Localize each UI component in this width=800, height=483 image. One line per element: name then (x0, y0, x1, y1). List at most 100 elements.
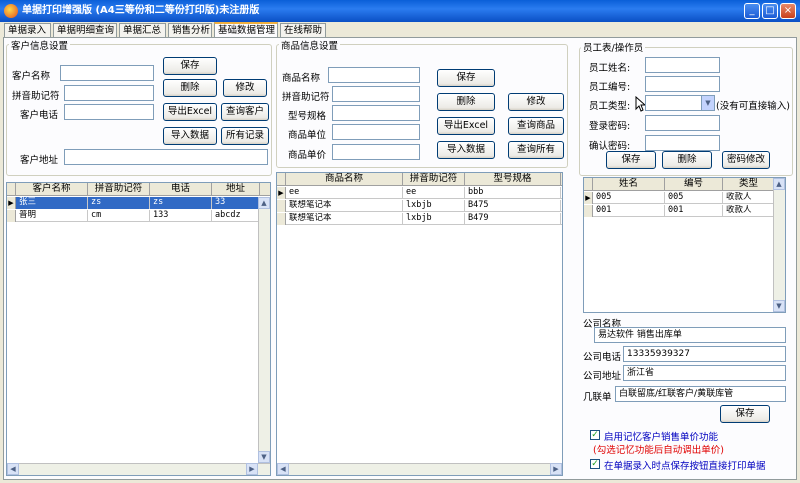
employee-change-password-button[interactable]: 密码修改 (722, 151, 770, 169)
scroll-up-icon[interactable]: ▲ (258, 197, 270, 209)
product-all-button[interactable]: 查询所有 (508, 141, 564, 159)
table-row[interactable]: ▶ 张三 zs zs 33 (7, 197, 270, 209)
company-name-input[interactable]: 易达软件 销售出库单 (594, 327, 786, 343)
company-save-button[interactable]: 保存 (720, 405, 770, 423)
table-row[interactable]: 联想笔记本 lxbjb B479 (277, 213, 562, 225)
table-cell[interactable]: 联想笔记本 (286, 200, 403, 212)
customer-delete-button[interactable]: 删除 (163, 79, 217, 97)
table-cell[interactable]: zs (150, 197, 212, 209)
product-modify-button[interactable]: 修改 (508, 93, 564, 111)
scroll-left-icon[interactable]: ◀ (7, 463, 19, 475)
table-cell[interactable]: B475 (465, 200, 561, 212)
product-name-input[interactable] (328, 67, 420, 83)
col-header[interactable]: 拼音助记符 (88, 183, 150, 196)
customer-phone-input[interactable] (64, 104, 154, 120)
scroll-right-icon[interactable]: ▶ (246, 463, 258, 475)
customer-export-button[interactable]: 导出Excel (163, 103, 217, 121)
employee-grid[interactable]: 姓名 编号 类型 ▶ 005 005 收款人 001 001 收款人 ▲ ▼ (583, 177, 786, 313)
product-import-button[interactable]: 导入数据 (437, 141, 495, 159)
col-header[interactable]: 姓名 (593, 178, 665, 191)
table-cell[interactable]: cm (88, 210, 150, 222)
tab-online-help[interactable]: 在线帮助 (280, 23, 326, 37)
tab-bill-detail[interactable]: 单据明细查询 (53, 23, 117, 37)
memory-price-checkbox[interactable]: ✓ (590, 430, 600, 440)
employee-confirm-input[interactable] (645, 135, 720, 151)
product-save-button[interactable]: 保存 (437, 69, 495, 87)
table-row[interactable]: 普明 cm 133 abcdz (7, 210, 270, 222)
col-header[interactable]: 编号 (665, 178, 723, 191)
customer-save-button[interactable]: 保存 (163, 57, 217, 75)
table-cell[interactable]: 收款人 (723, 192, 775, 204)
table-row[interactable]: ▶ ee ee bbb (277, 187, 562, 199)
customer-modify-button[interactable]: 修改 (223, 79, 267, 97)
table-cell[interactable]: B479 (465, 213, 561, 225)
product-unit-input[interactable] (332, 124, 420, 140)
maximize-button[interactable]: □ (762, 3, 778, 19)
table-cell[interactable]: 收款人 (723, 205, 775, 217)
tab-sales-analysis[interactable]: 销售分析 (168, 23, 212, 37)
scroll-right-icon[interactable]: ▶ (550, 463, 562, 475)
table-cell[interactable]: 普明 (16, 210, 88, 222)
table-cell[interactable]: abcdz (212, 210, 260, 222)
vertical-scrollbar[interactable]: ▲ ▼ (258, 197, 270, 463)
tab-bill-summary[interactable]: 单据汇总 (119, 23, 166, 37)
col-header[interactable]: 客户名称 (16, 183, 88, 196)
customer-address-input[interactable] (64, 149, 268, 165)
table-cell[interactable]: bbb (465, 187, 561, 199)
col-header[interactable]: 类型 (723, 178, 775, 191)
table-cell[interactable]: 33 (212, 197, 260, 209)
employee-save-button[interactable]: 保存 (606, 151, 656, 169)
col-header[interactable]: 商品名称 (286, 173, 403, 186)
scroll-up-icon[interactable]: ▲ (773, 178, 785, 190)
customer-pinyin-input[interactable] (64, 85, 154, 101)
table-cell[interactable]: ee (403, 187, 465, 199)
copies-input[interactable]: 白联留底/红联客户/黄联库管 (615, 386, 786, 402)
product-pinyin-input[interactable] (332, 86, 420, 102)
employee-type-select[interactable]: ▼ (645, 95, 715, 111)
table-cell[interactable]: 005 (665, 192, 723, 204)
customer-query-button[interactable]: 查询客户 (221, 103, 269, 121)
col-header[interactable]: 型号规格 (465, 173, 561, 186)
table-row[interactable]: ▶ 005 005 收款人 (584, 192, 785, 204)
scroll-left-icon[interactable]: ◀ (277, 463, 289, 475)
company-address-input[interactable]: 浙江省 (623, 365, 786, 381)
customer-name-input[interactable] (60, 65, 154, 81)
table-cell[interactable]: 005 (593, 192, 665, 204)
employee-name-input[interactable] (645, 57, 720, 73)
table-cell[interactable]: 联想笔记本 (286, 213, 403, 225)
product-export-button[interactable]: 导出Excel (437, 117, 495, 135)
chevron-down-icon[interactable]: ▼ (701, 96, 714, 110)
product-price-input[interactable] (332, 144, 420, 160)
table-cell[interactable]: ee (286, 187, 403, 199)
tab-basic-data[interactable]: 基础数据管理 (214, 22, 278, 38)
customer-grid[interactable]: 客户名称 拼音助记符 电话 地址 ▶ 张三 zs zs 33 普明 cm 133… (6, 182, 271, 476)
minimize-button[interactable]: _ (744, 3, 760, 19)
table-cell[interactable]: 001 (665, 205, 723, 217)
col-header[interactable]: 地址 (212, 183, 260, 196)
horizontal-scrollbar[interactable]: ◀ ▶ (277, 463, 562, 475)
scroll-down-icon[interactable]: ▼ (773, 300, 785, 312)
close-button[interactable]: × (780, 3, 796, 19)
employee-password-input[interactable] (645, 115, 720, 131)
product-delete-button[interactable]: 删除 (437, 93, 495, 111)
vertical-scrollbar[interactable]: ▲ ▼ (773, 178, 785, 312)
product-grid[interactable]: 商品名称 拼音助记符 型号规格 ▶ ee ee bbb 联想笔记本 lxbjb … (276, 172, 563, 476)
col-header[interactable]: 电话 (150, 183, 212, 196)
table-cell[interactable]: 张三 (16, 197, 88, 209)
tab-bill-entry[interactable]: 单据录入 (4, 23, 51, 37)
table-cell[interactable]: 133 (150, 210, 212, 222)
employee-delete-button[interactable]: 删除 (662, 151, 712, 169)
product-model-input[interactable] (332, 105, 420, 121)
product-query-button[interactable]: 查询商品 (508, 117, 564, 135)
customer-all-button[interactable]: 所有记录 (221, 127, 269, 145)
company-phone-input[interactable]: 13335939327 (623, 346, 786, 362)
table-row[interactable]: 联想笔记本 lxbjb B475 (277, 200, 562, 212)
horizontal-scrollbar[interactable]: ◀ ▶ (7, 463, 270, 475)
table-row[interactable]: 001 001 收款人 (584, 205, 785, 217)
customer-import-button[interactable]: 导入数据 (163, 127, 217, 145)
employee-id-input[interactable] (645, 76, 720, 92)
col-header[interactable]: 拼音助记符 (403, 173, 465, 186)
table-cell[interactable]: zs (88, 197, 150, 209)
print-on-save-checkbox[interactable]: ✓ (590, 459, 600, 469)
scroll-down-icon[interactable]: ▼ (258, 451, 270, 463)
